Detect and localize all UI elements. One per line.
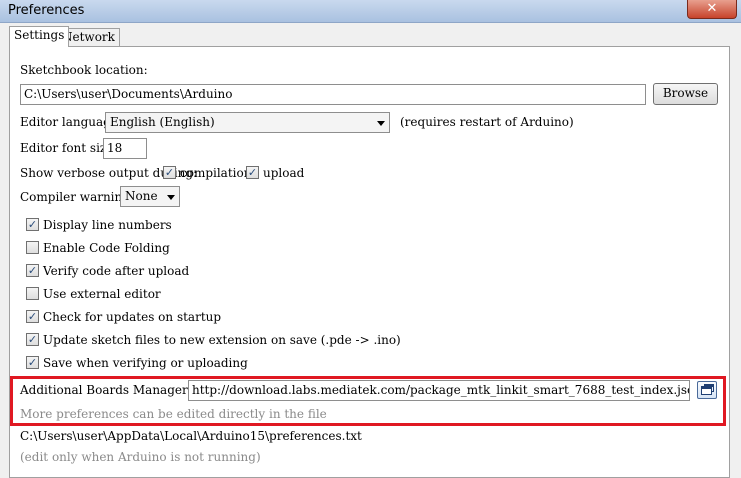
compilation-label: compilation (180, 166, 252, 180)
close-button[interactable]: ✕ (687, 0, 737, 19)
checkbox[interactable] (26, 287, 39, 300)
chevron-down-icon (377, 121, 385, 126)
tab-settings[interactable]: Settings (9, 26, 70, 47)
option-label: Use external editor (43, 287, 161, 301)
editor-language-value: English (English) (110, 115, 215, 129)
upload-checkbox[interactable]: ✓ (246, 166, 259, 179)
upload-label: upload (263, 166, 305, 180)
sketchbook-input[interactable]: C:\Users\user\Documents\Arduino (20, 84, 646, 105)
window-title: Preferences (8, 3, 85, 18)
option-label: Display line numbers (43, 218, 172, 232)
browse-button[interactable]: Browse (653, 83, 718, 105)
editor-language-select[interactable]: English (English) (105, 112, 390, 133)
edit-note: (edit only when Arduino is not running) (20, 450, 261, 464)
sketchbook-label: Sketchbook location: (20, 63, 148, 77)
option-label: Save when verifying or uploading (43, 356, 248, 370)
checkbox[interactable]: ✓ (26, 356, 39, 369)
highlight-box (10, 376, 726, 426)
checkbox[interactable] (26, 241, 39, 254)
option-label: Verify code after upload (43, 264, 190, 278)
option-label: Update sketch files to new extension on … (43, 333, 401, 347)
checkbox[interactable]: ✓ (26, 310, 39, 323)
preferences-file-path: C:\Users\user\AppData\Local\Arduino15\pr… (20, 429, 362, 443)
chevron-down-icon (167, 195, 175, 200)
compiler-warnings-select[interactable]: None (120, 186, 180, 207)
checkbox[interactable]: ✓ (26, 264, 39, 277)
editor-language-note: (requires restart of Arduino) (400, 115, 574, 129)
option-label: Enable Code Folding (43, 241, 170, 255)
font-size-input[interactable]: 18 (103, 138, 147, 159)
checkbox[interactable]: ✓ (26, 218, 39, 231)
compiler-warnings-value: None (125, 189, 158, 203)
checkbox[interactable]: ✓ (26, 333, 39, 346)
compilation-checkbox[interactable]: ✓ (163, 166, 176, 179)
option-label: Check for updates on startup (43, 310, 222, 324)
title-bar: Preferences ✕ (0, 0, 741, 23)
